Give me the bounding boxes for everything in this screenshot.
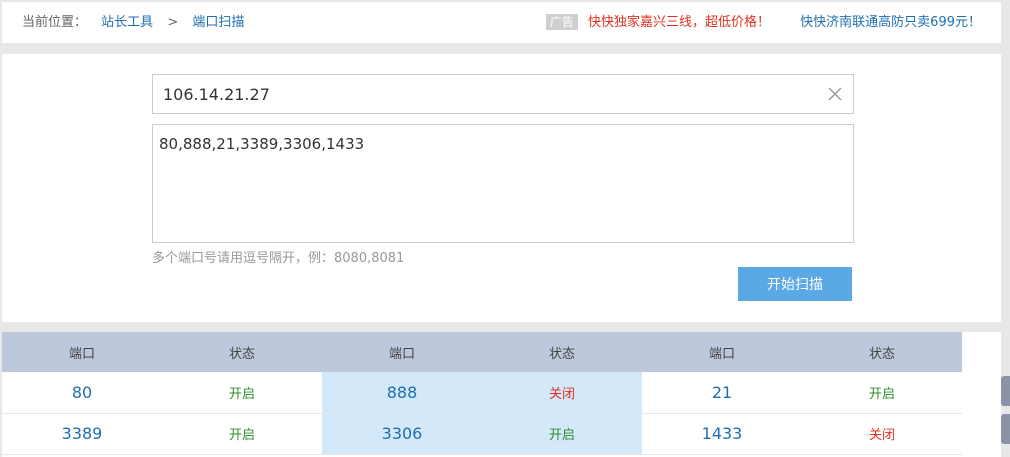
host-input-wrapper [152,74,854,114]
header-port: 端口 [322,332,482,372]
port-cell: 1433 [642,413,802,455]
ad-badge: 广告 [545,13,578,30]
breadcrumb-item-webmaster-tools[interactable]: 站长工具 [101,15,153,30]
port-cell: 3306 [322,413,482,455]
port-cell: 888 [322,372,482,414]
breadcrumb-label: 当前位置： [22,15,88,30]
header-status: 状态 [802,332,962,372]
breadcrumb-item-port-scan[interactable]: 端口扫描 [192,15,244,30]
results-table: 端口 状态 端口 状态 端口 状态 80 开启 888 关闭 21 开启 338… [2,332,962,455]
status-cell: 开启 [802,372,962,414]
status-cell: 开启 [162,372,322,414]
port-cell: 21 [642,372,802,414]
breadcrumb: 当前位置： 站长工具 > 端口扫描 [22,2,244,43]
ports-hint: 多个端口号请用逗号隔开，例：8080,8081 [152,251,405,266]
status-cell: 关闭 [482,372,642,414]
ad-link-jiaxing[interactable]: 快快独家嘉兴三线，超低价格！ [588,15,770,30]
header-port: 端口 [2,332,162,372]
ports-textarea[interactable]: 80,888,21,3389,3306,1433 [152,124,854,243]
host-input[interactable] [153,75,793,113]
header-status: 状态 [162,332,322,372]
scan-results: 端口 状态 端口 状态 端口 状态 80 开启 888 关闭 21 开启 338… [2,332,1001,457]
table-header-row: 端口 状态 端口 状态 端口 状态 [2,332,962,372]
status-cell: 开启 [162,413,322,455]
port-cell: 3389 [2,413,162,455]
start-scan-button[interactable]: 开始扫描 [738,267,852,301]
table-row: 80 开启 888 关闭 21 开启 [2,372,962,414]
close-icon[interactable] [825,84,845,104]
side-float-tab[interactable] [1001,376,1010,406]
breadcrumb-bar: 当前位置： 站长工具 > 端口扫描 广告 快快独家嘉兴三线，超低价格！ 快快济南… [2,2,1001,43]
status-cell: 关闭 [802,413,962,455]
scan-form-panel: 80,888,21,3389,3306,1433 多个端口号请用逗号隔开，例：8… [2,54,1001,322]
ad-link-jinan[interactable]: 快快济南联通高防只卖699元！ [800,15,981,30]
table-row: 3389 开启 3306 开启 1433 关闭 [2,413,962,455]
header-port: 端口 [642,332,802,372]
side-float-tab[interactable] [1001,414,1010,444]
port-cell: 80 [2,372,162,414]
status-cell: 开启 [482,413,642,455]
header-status: 状态 [482,332,642,372]
ad-area: 广告 快快独家嘉兴三线，超低价格！ 快快济南联通高防只卖699元！ [545,2,981,43]
breadcrumb-separator: > [167,15,179,30]
